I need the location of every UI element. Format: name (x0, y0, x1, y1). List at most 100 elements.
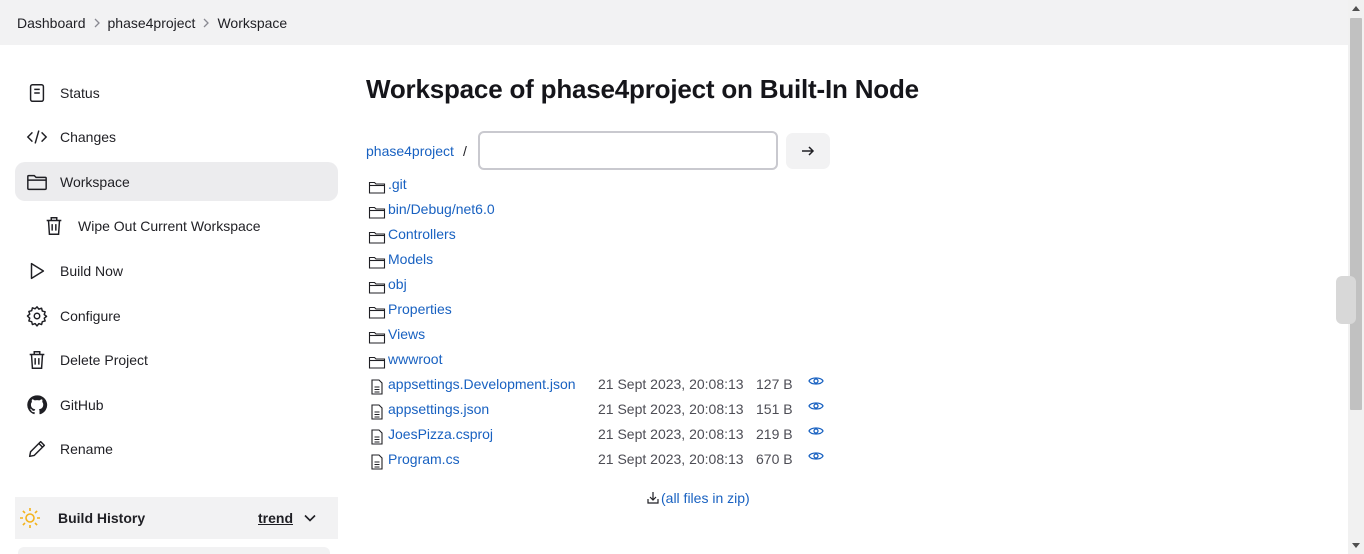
folder-row: Models (368, 249, 868, 274)
sidebar-item-label: Changes (60, 128, 117, 145)
sidebar-item-changes[interactable]: Changes (15, 117, 338, 156)
folder-icon (368, 353, 386, 371)
entry-name-link[interactable]: wwwroot (388, 351, 442, 367)
view-eye-icon[interactable] (808, 448, 824, 464)
folder-icon (368, 328, 386, 346)
entry-name-link[interactable]: .git (388, 176, 407, 192)
scroll-down-arrow[interactable] (1348, 538, 1364, 554)
folder-icon (25, 170, 49, 194)
sidebar-item-label: Rename (60, 440, 113, 457)
folder-row: Properties (368, 299, 868, 324)
path-separator: / (463, 143, 467, 159)
entry-size: 219 B (756, 426, 793, 442)
view-eye-icon[interactable] (808, 398, 824, 414)
scroll-up-arrow[interactable] (1348, 0, 1364, 16)
entry-date: 21 Sept 2023, 20:08:13 (598, 376, 744, 392)
file-row: Program.cs 21 Sept 2023, 20:08:13 670 B (368, 449, 868, 474)
arrow-right-icon (802, 146, 815, 156)
sidebar-item-configure[interactable]: Configure (15, 296, 338, 335)
sidebar-item-label: Workspace (60, 173, 130, 190)
sun-icon (20, 508, 40, 528)
folder-icon (368, 228, 386, 246)
trend-link[interactable]: trend (258, 510, 293, 526)
breadcrumb: Dashboard phase4project Workspace (0, 0, 1348, 45)
chevron-down-icon[interactable] (303, 511, 317, 525)
sidebar-item-label: Delete Project (60, 351, 148, 368)
breadcrumb-workspace[interactable]: Workspace (217, 15, 287, 31)
folder-row: wwwroot (368, 349, 868, 374)
view-eye-icon[interactable] (808, 373, 824, 389)
code-icon (25, 125, 49, 149)
entry-name-link[interactable]: Properties (388, 301, 452, 317)
entry-name-link[interactable]: appsettings.Development.json (388, 376, 576, 392)
scrollbar-thumb[interactable] (1350, 18, 1362, 410)
file-icon (368, 453, 386, 471)
entry-name-link[interactable]: Views (388, 326, 425, 342)
entry-name-link[interactable]: bin/Debug/net6.0 (388, 201, 495, 217)
entry-name-link[interactable]: Controllers (388, 226, 456, 242)
folder-row: .git (368, 174, 868, 199)
download-zip-label: (all files in zip) (661, 490, 750, 506)
sidebar-item-wipe-out-workspace[interactable]: Wipe Out Current Workspace (15, 206, 338, 245)
entry-size: 127 B (756, 376, 793, 392)
folder-icon (368, 253, 386, 271)
go-button[interactable] (786, 133, 830, 169)
folder-icon (368, 303, 386, 321)
entry-name-link[interactable]: appsettings.json (388, 401, 489, 417)
download-zip-link[interactable]: (all files in zip) (646, 490, 750, 506)
folder-icon (368, 203, 386, 221)
file-row: appsettings.Development.json 21 Sept 2023… (368, 374, 868, 399)
sidebar-item-rename[interactable]: Rename (15, 429, 338, 468)
pencil-icon (25, 437, 49, 461)
status-icon (25, 81, 49, 105)
path-input[interactable] (478, 131, 778, 170)
sidebar-item-workspace[interactable]: Workspace (15, 162, 338, 201)
build-history-header: Build History trend (15, 497, 338, 539)
trash-icon (42, 214, 66, 238)
chevron-right-icon (86, 0, 108, 45)
sidebar-item-label: Configure (60, 307, 121, 324)
file-icon (368, 378, 386, 396)
entry-name-link[interactable]: obj (388, 276, 407, 292)
build-history-item (18, 547, 330, 554)
entry-name-link[interactable]: JoesPizza.csproj (388, 426, 493, 442)
entry-size: 151 B (756, 401, 793, 417)
folder-row: bin/Debug/net6.0 (368, 199, 868, 224)
github-icon (25, 393, 49, 417)
sidebar-item-label: Status (60, 84, 100, 101)
entry-name-link[interactable]: Program.cs (388, 451, 460, 467)
play-icon (25, 259, 49, 283)
sidebar-item-github[interactable]: GitHub (15, 385, 338, 424)
gear-icon (25, 304, 49, 328)
folder-row: Views (368, 324, 868, 349)
sidebar-item-delete-project[interactable]: Delete Project (15, 340, 338, 379)
file-row: appsettings.json 21 Sept 2023, 20:08:13 15… (368, 399, 868, 424)
breadcrumb-project[interactable]: phase4project (108, 15, 196, 31)
entry-date: 21 Sept 2023, 20:08:13 (598, 401, 744, 417)
sidebar-item-label: GitHub (60, 396, 104, 413)
view-eye-icon[interactable] (808, 423, 824, 439)
folder-row: obj (368, 274, 868, 299)
entry-date: 21 Sept 2023, 20:08:13 (598, 426, 744, 442)
entry-size: 670 B (756, 451, 793, 467)
sidebar-item-status[interactable]: Status (15, 73, 338, 112)
sidebar-item-build-now[interactable]: Build Now (15, 251, 338, 290)
file-icon (368, 428, 386, 446)
sidebar-item-label: Build Now (60, 262, 124, 279)
path-root-link[interactable]: phase4project (366, 143, 454, 159)
build-history-title: Build History (58, 510, 146, 526)
entry-date: 21 Sept 2023, 20:08:13 (598, 451, 744, 467)
chevron-right-icon (195, 0, 217, 45)
folder-icon (368, 178, 386, 196)
page-title: Workspace of phase4project on Built-In N… (366, 74, 919, 104)
sidebar-item-label: Wipe Out Current Workspace (78, 217, 261, 234)
file-row: JoesPizza.csproj 21 Sept 2023, 20:08:13 21… (368, 424, 868, 449)
trash-icon (25, 348, 49, 372)
folder-icon (368, 278, 386, 296)
page-scroll-handle[interactable] (1336, 276, 1356, 324)
download-icon (647, 492, 659, 504)
file-icon (368, 403, 386, 421)
folder-row: Controllers (368, 224, 868, 249)
entry-name-link[interactable]: Models (388, 251, 433, 267)
breadcrumb-dashboard[interactable]: Dashboard (17, 15, 86, 31)
